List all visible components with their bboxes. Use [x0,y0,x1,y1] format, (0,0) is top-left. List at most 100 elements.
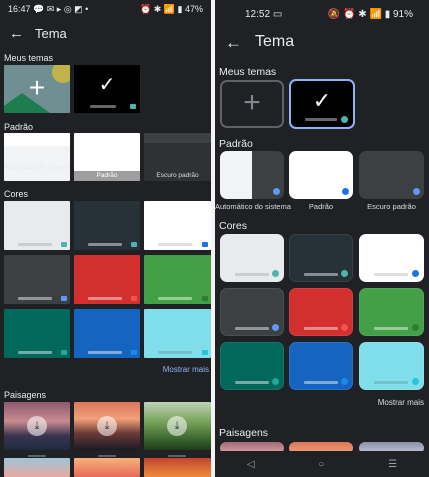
show-more-link[interactable]: Mostrar mais [163,365,209,374]
color-theme-cyan[interactable] [359,342,424,390]
landscape-tile-6[interactable] [144,458,211,477]
landscape-tile-1[interactable]: ⤓ [4,402,70,450]
check-icon: ✓ [98,74,116,96]
color-theme-green[interactable] [144,255,211,304]
status-time: 16:47 [8,3,31,14]
status-bar: 12:52 ▭ 🔕 ⏰ ✱ 📶 ▮ 91% [215,0,429,28]
status-left: 12:52 ▭ [245,9,282,20]
section-landscapes: Paisagens [219,427,269,439]
scroll-thumb [98,455,116,457]
color-theme-light-teal[interactable] [220,234,284,282]
preview-accent [131,242,137,247]
landscape-tile-2[interactable]: ⤓ [74,402,140,450]
section-default: Padrão [4,122,34,132]
preview-header [4,133,70,146]
preview-bar [88,243,122,246]
color-theme-white-blue[interactable] [144,201,211,250]
system-icons: 🔕 ⏰ ✱ 📶 ▮ [327,8,391,20]
color-theme-white-blue[interactable] [359,234,424,282]
theme-system-auto[interactable] [220,151,284,199]
preview-bar [235,327,269,330]
download-icon: ⤓ [167,416,187,436]
preview-accent [272,324,279,331]
preview-bar [18,351,52,354]
preview-accent [61,350,67,355]
show-more-link[interactable]: Mostrar mais [378,398,424,407]
color-theme-blue[interactable] [289,342,353,390]
page-title: Tema [255,33,295,50]
label-dark-default: Escuro padrão [367,202,416,211]
landscape-tile-4[interactable] [4,458,70,477]
label-default: Padrão [308,202,334,211]
preview-accent [272,378,279,385]
label-default: Padrão [74,171,140,181]
status-right: ⏰ ✱ 📶 ▮ 47% [140,4,203,15]
preview-bar [88,351,122,354]
preview-accent [412,324,419,331]
plus-icon: + [243,86,261,119]
section-landscapes: Paisagens [4,390,47,400]
color-theme-dark-gray[interactable] [4,255,70,304]
add-theme-tile[interactable]: + [4,65,70,113]
theme-system-auto[interactable] [4,133,70,181]
section-my-themes: Meus temas [4,53,54,63]
battery-level: 91% [392,8,413,20]
page-title: Tema [35,25,67,41]
preview-bar [18,297,52,300]
custom-theme-selected[interactable]: ✓ [289,79,355,129]
preview-accent [131,350,137,355]
preview-accent [412,270,419,277]
nav-home-icon[interactable]: ○ [318,459,324,470]
section-my-themes: Meus temas [219,66,277,78]
back-arrow-icon[interactable]: ← [9,26,24,41]
color-theme-dark-slate[interactable] [289,234,353,282]
landscape-tile-3[interactable]: ⤓ [144,402,211,450]
color-theme-light-teal[interactable] [4,201,70,250]
status-time: 12:52 [245,8,271,20]
color-theme-blue[interactable] [74,309,140,358]
preview-bar [88,297,122,300]
right-screen: 12:52 ▭ 🔕 ⏰ ✱ 📶 ▮ 91% ← Tema Meus temas … [215,0,429,477]
color-theme-dark-gray[interactable] [220,288,284,336]
preview-accent [341,378,348,385]
preview-bar [374,273,408,276]
preview-bar [18,243,52,246]
preview-accent [202,242,208,247]
label-system-auto: Automático do sistema [4,164,70,171]
nav-back-icon[interactable]: ◁ [247,459,255,470]
color-theme-red[interactable] [74,255,140,304]
preview-bar [158,351,192,354]
landscape-tile-5[interactable] [74,458,140,477]
preview-bar [374,381,408,384]
status-left: 16:47 💬 ✉ ▸ ◎ ◩ • [8,4,88,15]
color-theme-red[interactable] [289,288,353,336]
nav-menu-icon[interactable]: ☰ [388,459,397,470]
preview-accent [341,270,348,277]
theme-default[interactable] [289,151,353,199]
color-theme-green[interactable] [359,288,424,336]
theme-dark-default[interactable] [359,151,424,199]
color-theme-dark-slate[interactable] [74,201,140,250]
preview-accent [61,296,67,301]
custom-theme-selected[interactable]: ✓ [74,65,140,113]
color-theme-dark-green[interactable] [220,342,284,390]
preview-accent [61,242,67,247]
preview-accent [131,296,137,301]
notification-icons: ▭ [272,8,283,20]
preview-header [144,133,211,143]
preview-bar [158,243,192,246]
preview-bar [374,327,408,330]
add-theme-tile[interactable]: + [220,80,284,128]
color-theme-dark-green[interactable] [4,309,70,358]
label-system-auto: Automático do sistema [215,202,291,211]
navigation-bar: ◁ ○ ☰ [215,451,429,477]
back-arrow-icon[interactable]: ← [225,34,242,51]
section-colors: Cores [4,189,29,199]
preview-accent [272,270,279,277]
color-theme-cyan[interactable] [144,309,211,358]
preview-bar [304,273,338,276]
section-default: Padrão [219,138,253,150]
app-bar: ← Tema [215,30,429,54]
download-icon: ⤓ [97,416,117,436]
check-icon: ✓ [312,88,332,113]
